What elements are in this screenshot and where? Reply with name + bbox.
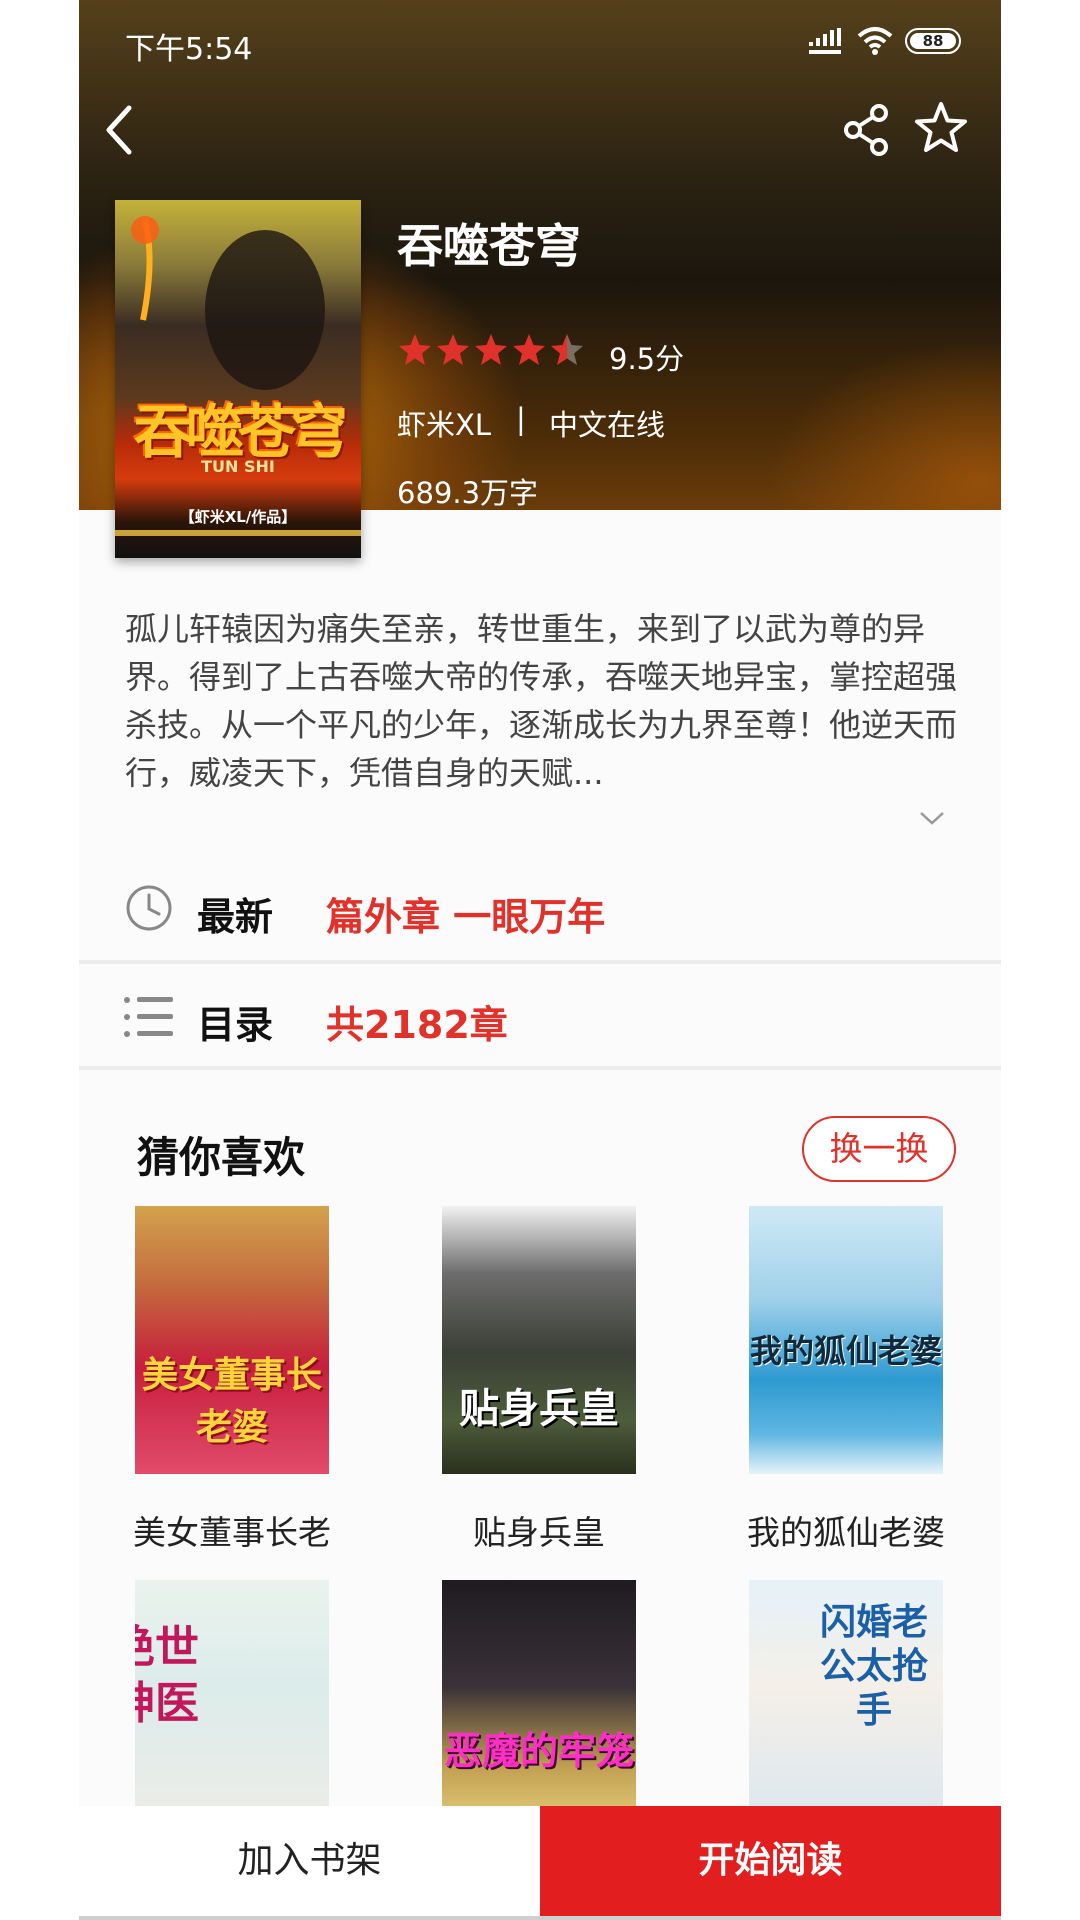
rating-star [437, 334, 469, 365]
book-detail-screen: 下午5:54 88 吞噬苍穹 9.5分 虾米XL | 中文在线 689.3万字 … [79, 0, 1001, 1920]
rating-star [513, 334, 545, 365]
book-synopsis[interactable]: 孤儿轩辕因为痛失至亲，转世重生，来到了以武为尊的异界。得到了上古吞噬大帝的传承，… [125, 605, 965, 797]
recommend-book-name[interactable]: 我的狐仙老婆 [731, 1506, 961, 1554]
recommend-book-cover[interactable]: 贴身兵皇 [442, 1206, 636, 1474]
recommend-cover-title: 恶魔的牢笼 [443, 1728, 634, 1773]
rating-star [475, 334, 507, 365]
book-cover: 吞噬苍穹 TUN SHI 【虾米XL/作品】 [115, 200, 361, 558]
rating-star [399, 334, 431, 365]
wifi-icon [857, 27, 893, 55]
star-outline-icon[interactable] [913, 100, 969, 156]
latest-chapter-title[interactable]: 篇外章 一眼万年 [326, 886, 605, 941]
list-icon [124, 997, 173, 1037]
table-of-contents-row[interactable]: 目录 共2182章 [79, 964, 1001, 1068]
add-to-shelf-button[interactable]: 加入书架 [79, 1806, 540, 1916]
divider [79, 1066, 1001, 1070]
meta-separator: | [516, 402, 526, 436]
book-title: 吞噬苍穹 [397, 219, 581, 273]
recommend-cover-title: 美女董事长老婆 [141, 1354, 322, 1448]
bottom-line [79, 1916, 1001, 1920]
recommend-cover-title: 贴身兵皇 [459, 1385, 619, 1432]
chevron-down-icon[interactable] [919, 810, 945, 826]
rating-score: 9.5分 [609, 342, 685, 376]
author-name[interactable]: 虾米XL [397, 402, 491, 444]
refresh-recommend-button[interactable]: 换一换 [802, 1116, 956, 1182]
start-reading-button[interactable]: 开始阅读 [540, 1806, 1001, 1916]
recommend-cover-title: 我的狐仙老婆 [749, 1332, 942, 1370]
latest-label: 最新 [197, 895, 274, 939]
cover-artwork [115, 216, 361, 536]
recommend-book-cover[interactable]: 我的狐仙老婆 [749, 1206, 943, 1474]
recommend-book-name[interactable]: 美女董事长老 [117, 1506, 347, 1554]
share-icon[interactable] [841, 102, 893, 158]
recommend-cover-title: 闪婚老公太抢手 [819, 1601, 928, 1731]
bottom-action-bar: 加入书架 开始阅读 [79, 1806, 1001, 1920]
cover-author: 【虾米XL/作品】 [179, 508, 297, 526]
status-time: 下午5:54 [125, 32, 253, 67]
rating-stars [399, 334, 583, 365]
back-arrow-icon[interactable] [95, 100, 151, 160]
status-bar: 下午5:54 88 [79, 0, 1001, 84]
cover-pinyin: TUN SHI [201, 457, 275, 476]
recommend-cover-title: 绝世神医 [135, 1622, 199, 1729]
latest-chapter-row[interactable]: 最新 篇外章 一眼万年 [79, 856, 1001, 960]
recommend-book-name[interactable]: 贴身兵皇 [424, 1506, 654, 1554]
battery-icon: 88 [905, 28, 961, 54]
battery-level: 88 [910, 33, 956, 49]
recommend-book-cover[interactable]: 美女董事长老婆 [135, 1206, 329, 1474]
clock-icon [126, 885, 172, 931]
signal-icon [809, 28, 841, 54]
toc-label: 目录 [197, 1003, 274, 1047]
recommend-title: 猜你喜欢 [137, 1133, 306, 1182]
rating-star [551, 334, 583, 365]
publisher-name: 中文在线 [549, 408, 666, 442]
word-count: 689.3万字 [397, 476, 539, 510]
chapter-count: 共2182章 [326, 1003, 508, 1047]
